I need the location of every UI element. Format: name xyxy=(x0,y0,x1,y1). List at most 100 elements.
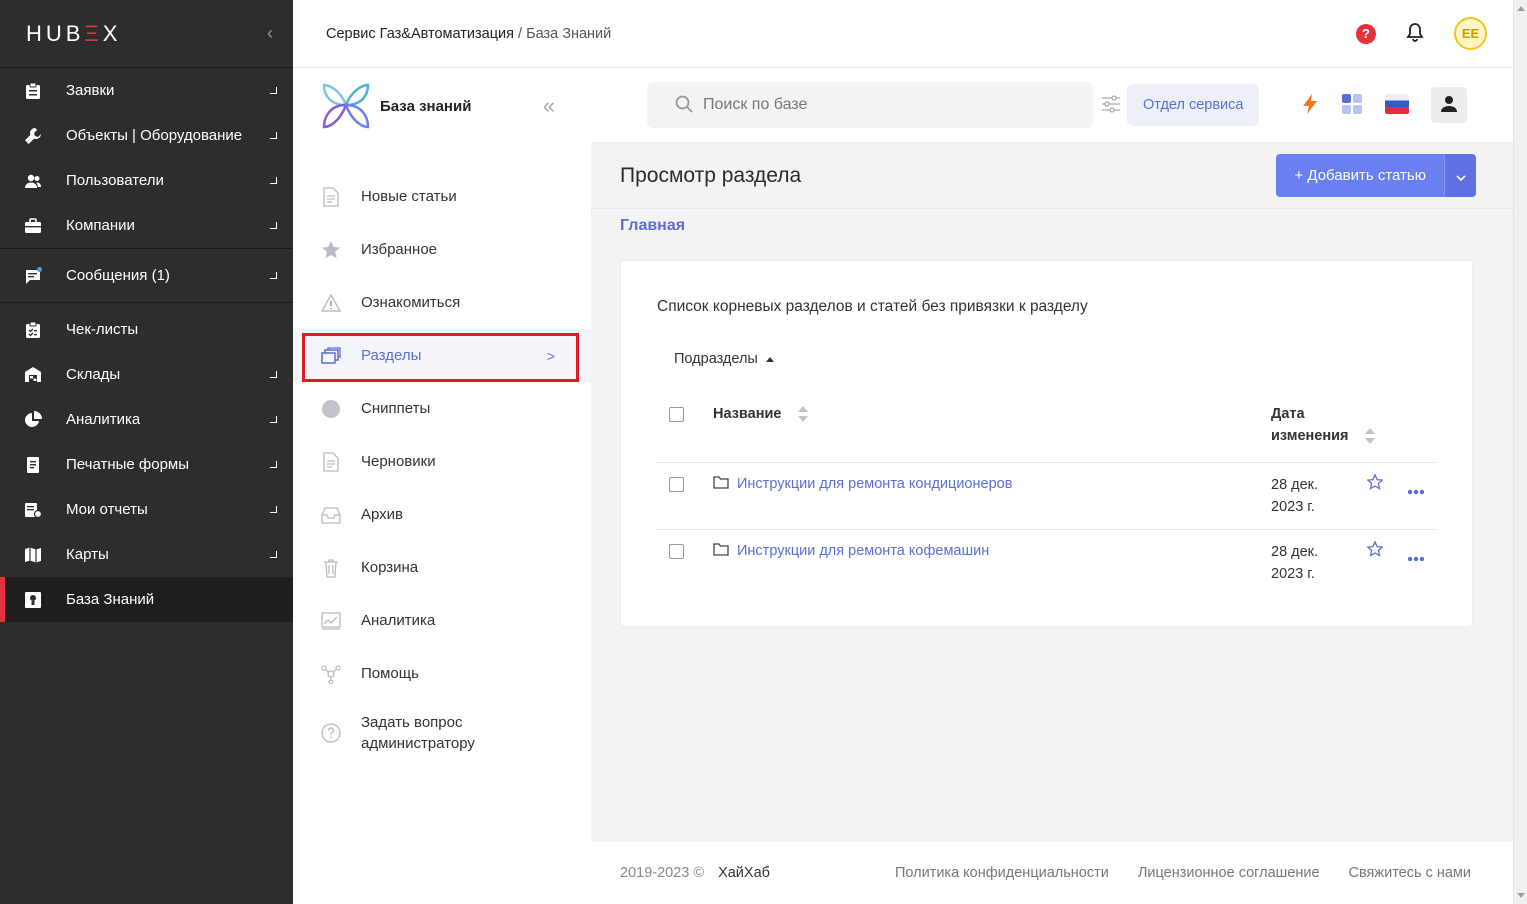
hubex-logo[interactable]: HUBΞX xyxy=(26,21,121,47)
snippets-icon xyxy=(320,398,342,420)
warehouse-icon xyxy=(24,366,42,384)
sidebar-item-knowledge-base[interactable]: База Знаний xyxy=(0,577,293,622)
sidebar-item-label: Объекты | Оборудование xyxy=(66,127,243,144)
sidebar-collapse-button[interactable]: ‹ xyxy=(267,23,273,44)
sidebar-item-print-forms[interactable]: Печатные формы xyxy=(0,442,293,487)
knowledge-base-icon xyxy=(24,591,42,609)
kb-item-sections[interactable]: Разделы > xyxy=(293,329,591,382)
kb-item-label: Черновики xyxy=(361,453,436,470)
row-date: 28 дек. 2023 г. xyxy=(1271,541,1318,585)
sidebar-item-warehouses[interactable]: Склады xyxy=(0,352,293,397)
footer-link-license[interactable]: Лицензионное соглашение xyxy=(1138,865,1320,881)
submenu-corner-icon xyxy=(270,461,277,468)
user-profile-button[interactable] xyxy=(1431,87,1468,123)
footer-brand[interactable]: ХайХаб xyxy=(718,865,770,881)
search-icon xyxy=(675,95,693,116)
kb-item-ask-admin[interactable]: Задать вопрос администратору xyxy=(293,700,591,766)
sidebar-item-label: Сообщения (1) xyxy=(66,267,170,284)
column-header-date[interactable]: Дата изменения xyxy=(1271,403,1349,447)
kb-item-archive[interactable]: Архив xyxy=(293,488,591,541)
scroll-up-icon[interactable] xyxy=(1517,6,1525,11)
search-toolbar: Отдел сервиса xyxy=(591,68,1513,143)
kb-item-acknowledge[interactable]: Ознакомиться xyxy=(293,276,591,329)
avatar[interactable]: EE xyxy=(1454,17,1487,50)
table-row: Инструкции для ремонта кондиционеров 28 … xyxy=(657,463,1436,530)
sidebar-item-objects[interactable]: Объекты | Оборудование xyxy=(0,113,293,158)
submenu-corner-icon xyxy=(270,222,277,229)
subsections-toggle[interactable]: Подразделы xyxy=(674,351,774,367)
sections-card: Список корневых разделов и статей без пр… xyxy=(620,260,1473,627)
section-link[interactable]: Инструкции для ремонта кофемашин xyxy=(737,543,989,559)
users-icon xyxy=(24,172,42,190)
sections-icon xyxy=(320,345,342,367)
kb-item-label: Избранное xyxy=(361,241,438,258)
kb-item-snippets[interactable]: Сниппеты xyxy=(293,382,591,435)
warning-icon xyxy=(320,292,342,314)
kb-item-label: Ознакомиться xyxy=(361,294,461,311)
sidebar-item-analytics[interactable]: Аналитика xyxy=(0,397,293,442)
chat-icon xyxy=(24,266,42,285)
submenu-corner-icon xyxy=(270,416,277,423)
add-article-button[interactable]: + Добавить статью xyxy=(1276,154,1444,197)
briefcase-icon xyxy=(24,217,42,235)
nav-group-main: Заявки Объекты | Оборудование Пользовате… xyxy=(0,68,293,249)
sidebar-item-requests[interactable]: Заявки xyxy=(0,68,293,113)
row-date: 28 дек. 2023 г. xyxy=(1271,474,1318,518)
kb-collapse-button[interactable]: « xyxy=(543,93,556,119)
lightning-icon[interactable] xyxy=(1301,93,1319,118)
trash-icon xyxy=(320,557,342,579)
kb-item-trash[interactable]: Корзина xyxy=(293,541,591,594)
help-icon[interactable]: ? xyxy=(1356,23,1376,44)
kb-sidebar: База знаний « Новые статьи Избранное Озн… xyxy=(293,68,591,904)
kb-item-label: Разделы xyxy=(361,347,422,364)
column-header-date-line1: Дата xyxy=(1271,406,1305,422)
select-all-checkbox[interactable] xyxy=(669,407,684,422)
kb-item-label: Новые статьи xyxy=(361,188,457,205)
bell-icon[interactable] xyxy=(1406,22,1424,45)
kb-item-analytics[interactable]: Аналитика xyxy=(293,594,591,647)
kb-item-drafts[interactable]: Черновики xyxy=(293,435,591,488)
sidebar-item-maps[interactable]: Карты xyxy=(0,532,293,577)
print-form-icon xyxy=(24,456,42,474)
kb-item-new-articles[interactable]: Новые статьи xyxy=(293,170,591,223)
scroll-down-icon[interactable] xyxy=(1517,893,1525,898)
sidebar-item-companies[interactable]: Компании xyxy=(0,203,293,248)
more-actions-icon[interactable] xyxy=(1407,549,1425,565)
kb-item-help[interactable]: Помощь xyxy=(293,647,591,700)
apps-grid-icon[interactable] xyxy=(1341,93,1363,118)
kb-item-favorites[interactable]: Избранное xyxy=(293,223,591,276)
search-input[interactable] xyxy=(703,96,1063,114)
footer-link-privacy[interactable]: Политика конфиденциальности xyxy=(895,865,1109,881)
folder-icon xyxy=(713,475,729,492)
sidebar-item-users[interactable]: Пользователи xyxy=(0,158,293,203)
row-date-line2: 2023 г. xyxy=(1271,499,1315,515)
column-header-name[interactable]: Название xyxy=(713,406,781,422)
page-scrollbar[interactable] xyxy=(1513,0,1527,904)
nav-group-tools: Чек-листы Склады Аналитика Печатные форм… xyxy=(0,303,293,622)
filter-settings-icon[interactable] xyxy=(1101,94,1121,116)
sort-icon[interactable] xyxy=(797,405,809,426)
section-link[interactable]: Инструкции для ремонта кондиционеров xyxy=(737,476,1012,492)
russian-flag-icon[interactable] xyxy=(1385,93,1410,117)
triangle-up-icon xyxy=(765,356,774,362)
favorite-star-icon[interactable] xyxy=(1366,540,1384,560)
sidebar-item-messages[interactable]: Сообщения (1) xyxy=(0,253,293,298)
sidebar-item-my-reports[interactable]: Мои отчеты xyxy=(0,487,293,532)
sidebar-item-checklists[interactable]: Чек-листы xyxy=(0,307,293,352)
sidebar-item-label: Карты xyxy=(66,546,109,563)
row-checkbox[interactable] xyxy=(669,544,684,559)
department-button[interactable]: Отдел сервиса xyxy=(1127,84,1260,126)
kb-logo-icon xyxy=(320,79,372,134)
breadcrumb-company[interactable]: Сервис Газ&Автоматизация xyxy=(326,26,514,42)
page-header: Просмотр раздела + Добавить статью xyxy=(591,143,1513,209)
wrench-icon xyxy=(24,127,42,145)
footer-link-contact[interactable]: Свяжитесь с нами xyxy=(1349,865,1471,881)
favorite-star-icon[interactable] xyxy=(1366,473,1384,493)
main-sidebar: HUBΞX ‹ Заявки Объекты | Оборудование По… xyxy=(0,0,293,904)
row-checkbox[interactable] xyxy=(669,477,684,492)
add-article-dropdown[interactable] xyxy=(1444,154,1476,197)
sort-icon[interactable] xyxy=(1364,427,1376,448)
section-breadcrumb[interactable]: Главная xyxy=(591,209,1513,253)
kb-item-label: Сниппеты xyxy=(361,400,431,417)
more-actions-icon[interactable] xyxy=(1407,482,1425,498)
